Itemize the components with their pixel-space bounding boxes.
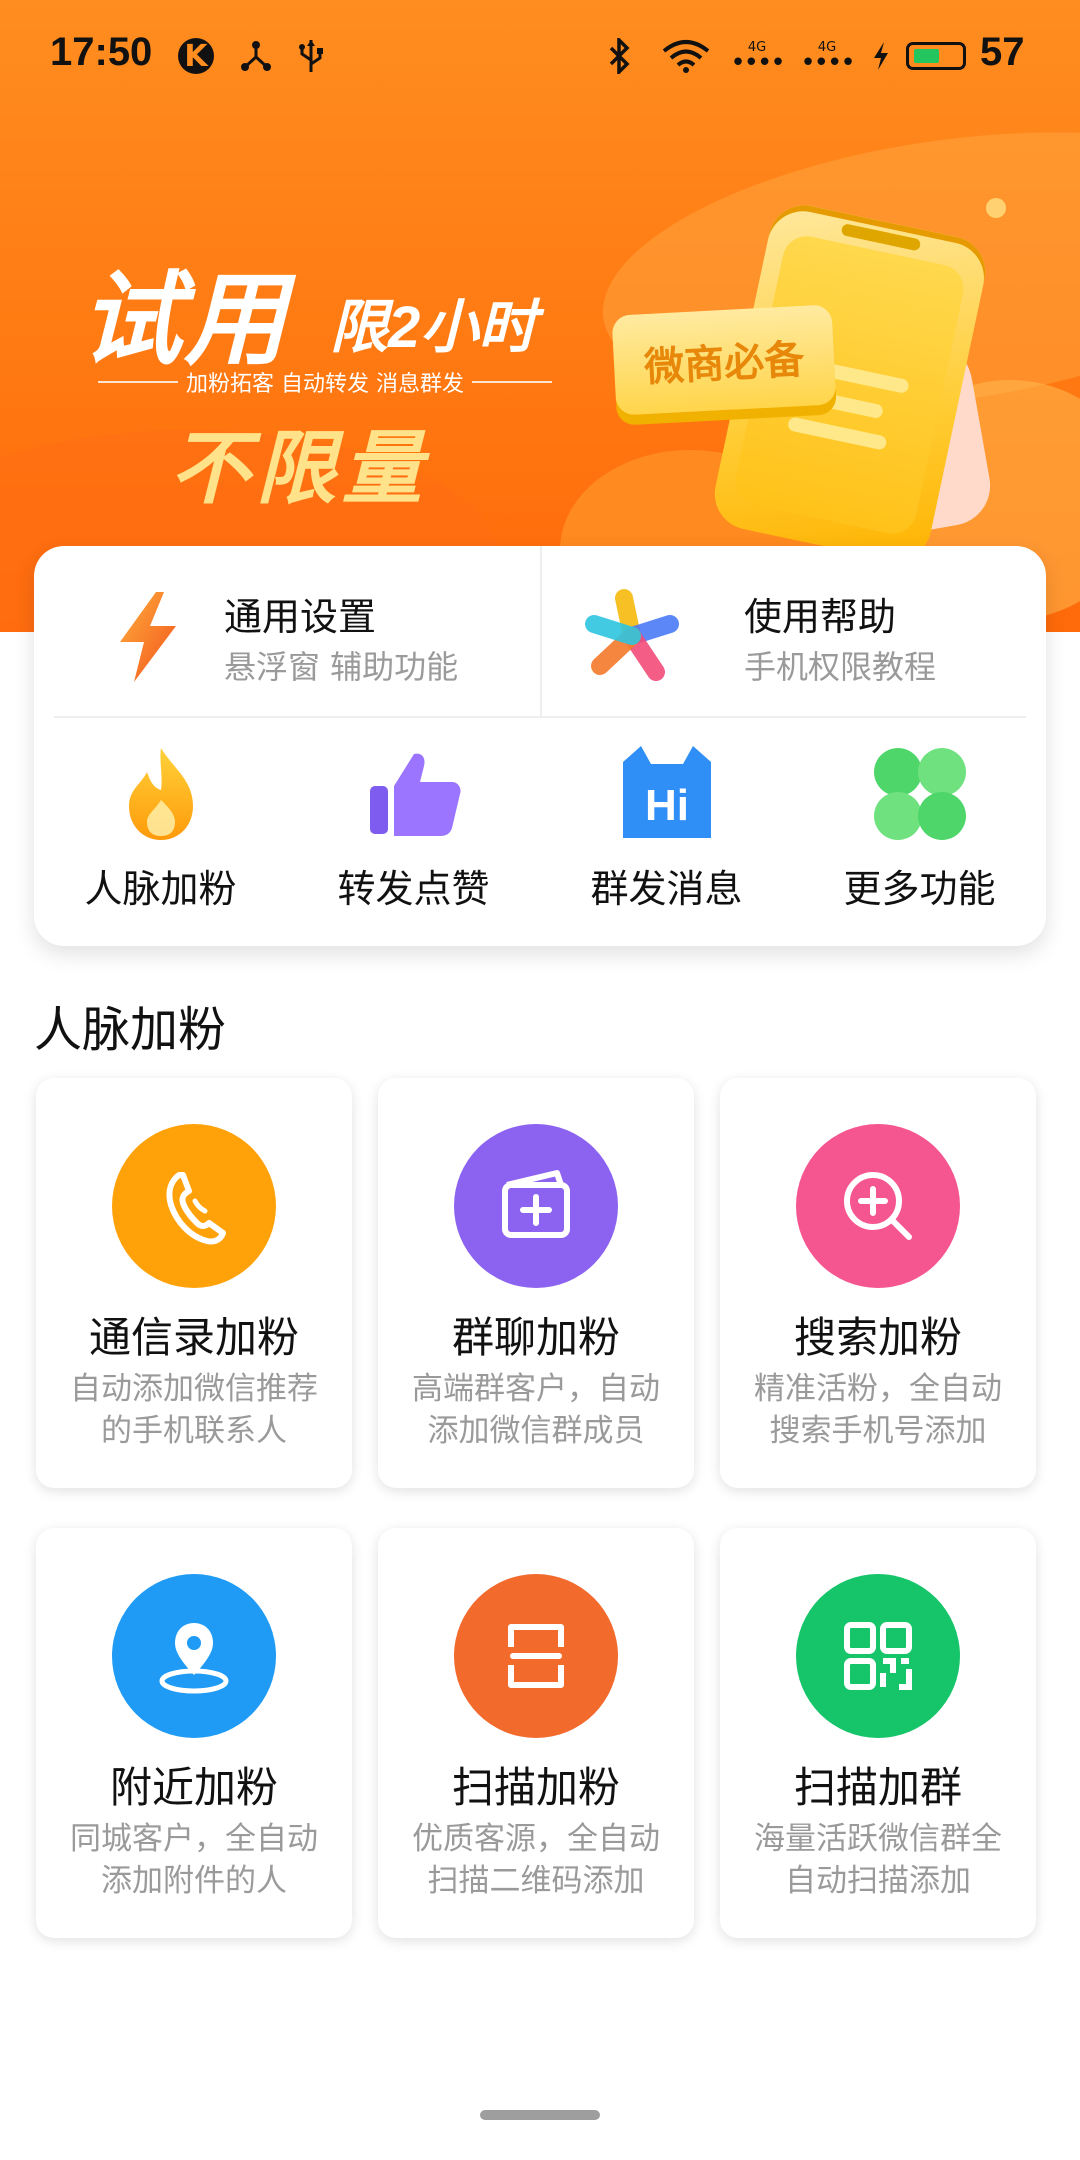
search-fans-card[interactable]: 搜索加粉 精准活粉，全自动 搜索手机号添加 bbox=[720, 1078, 1036, 1488]
k-app-icon: K bbox=[178, 38, 214, 74]
add-group-icon bbox=[454, 1124, 618, 1288]
card-description: 优质客源，全自动 扫描二维码添加 bbox=[398, 1818, 674, 1902]
status-bar: 17:50 K 4G •••• 4G •••• 57 bbox=[0, 0, 1080, 112]
quick-panel: 通用设置 悬浮窗 辅助功能 使用帮助 手机权限教程 人脉加粉 转发点赞 Hi 群… bbox=[34, 546, 1046, 946]
card-desc-line: 添加微信群成员 bbox=[427, 1413, 645, 1449]
phone-line bbox=[786, 416, 888, 451]
k-badge-text: K bbox=[184, 38, 208, 74]
feature-label: 转发点赞 bbox=[337, 867, 490, 911]
help-button[interactable]: 使用帮助 手机权限教程 bbox=[540, 546, 1045, 716]
colorful-star-icon bbox=[585, 589, 679, 681]
card-title: 扫描加粉 bbox=[451, 1763, 620, 1812]
banner-unlimited-text: 不限量 bbox=[170, 424, 428, 513]
card-desc-line: 精准活粉，全自动 bbox=[754, 1371, 1002, 1407]
group-chat-fans-card[interactable]: 群聊加粉 高端群客户，自动 添加微信群成员 bbox=[378, 1078, 694, 1488]
banner-chip-text: 微商必备 bbox=[643, 336, 806, 392]
status-time: 17:50 bbox=[50, 30, 153, 74]
scan-frame-icon bbox=[454, 1574, 618, 1738]
svg-text:Hi: Hi bbox=[645, 781, 689, 830]
wifi-icon bbox=[660, 38, 712, 74]
section-title: 人脉加粉 bbox=[34, 1002, 227, 1058]
card-title: 群聊加粉 bbox=[451, 1313, 620, 1362]
help-title: 使用帮助 bbox=[744, 595, 897, 639]
flame-icon bbox=[128, 748, 193, 840]
card-desc-line: 同城客户，全自动 bbox=[70, 1821, 318, 1857]
card-title: 搜索加粉 bbox=[793, 1313, 962, 1362]
thumbs-up-icon bbox=[369, 753, 461, 836]
scan-groups-card[interactable]: 扫描加群 海量活跃微信群全 自动扫描添加 bbox=[720, 1528, 1036, 1938]
feature-label: 群发消息 bbox=[590, 867, 743, 911]
card-description: 高端群客户，自动 添加微信群成员 bbox=[398, 1368, 674, 1452]
card-desc-line: 海量活跃微信群全 bbox=[754, 1821, 1002, 1857]
qr-code-icon bbox=[796, 1574, 960, 1738]
feature-forward-like[interactable]: 转发点赞 bbox=[287, 744, 540, 914]
card-title: 附近加粉 bbox=[109, 1763, 278, 1812]
card-description: 自动添加微信推荐 的手机联系人 bbox=[56, 1368, 332, 1452]
contacts-fans-card[interactable]: 通信录加粉 自动添加微信推荐 的手机联系人 bbox=[36, 1078, 352, 1488]
banner-chip: 微商必备 bbox=[611, 304, 837, 416]
card-title: 扫描加群 bbox=[793, 1763, 962, 1812]
lightning-icon bbox=[120, 592, 176, 682]
search-plus-icon bbox=[796, 1124, 960, 1288]
battery-fill bbox=[914, 49, 939, 63]
signal-icon: 4G •••• bbox=[730, 39, 785, 78]
card-description: 精准活粉，全自动 搜索手机号添加 bbox=[740, 1368, 1016, 1452]
card-desc-line: 添加附件的人 bbox=[101, 1863, 287, 1899]
banner-tagline: 加粉拓客 自动转发 消息群发 bbox=[90, 364, 560, 400]
battery-icon bbox=[906, 42, 966, 70]
scan-fans-card[interactable]: 扫描加粉 优质客源，全自动 扫描二维码添加 bbox=[378, 1528, 694, 1938]
feature-label: 更多功能 bbox=[843, 867, 996, 911]
card-desc-line: 搜索手机号添加 bbox=[769, 1413, 987, 1449]
banner-tagline-text: 加粉拓客 自动转发 消息群发 bbox=[186, 372, 464, 397]
help-subtitle: 手机权限教程 bbox=[744, 648, 937, 686]
feature-more[interactable]: 更多功能 bbox=[793, 744, 1046, 914]
card-title: 通信录加粉 bbox=[88, 1313, 299, 1362]
feature-mass-message[interactable]: Hi 群发消息 bbox=[540, 744, 793, 914]
feature-contacts-fans[interactable]: 人脉加粉 bbox=[34, 744, 287, 914]
general-settings-title: 通用设置 bbox=[224, 595, 377, 639]
phone-handset-icon bbox=[112, 1124, 276, 1288]
charging-icon bbox=[866, 38, 896, 74]
banner-headline: 试用 bbox=[80, 263, 288, 377]
clover-icon bbox=[873, 748, 966, 840]
card-desc-line: 的手机联系人 bbox=[101, 1413, 287, 1449]
general-settings-subtitle: 悬浮窗 辅助功能 bbox=[224, 648, 459, 686]
battery-percent: 57 bbox=[980, 30, 1025, 74]
bluetooth-icon bbox=[604, 38, 634, 74]
card-desc-line: 自动添加微信推荐 bbox=[70, 1371, 318, 1407]
location-pin-icon bbox=[112, 1574, 276, 1738]
usb-icon bbox=[296, 38, 326, 74]
signal-icon: 4G •••• bbox=[800, 39, 855, 78]
card-desc-line: 优质客源，全自动 bbox=[412, 1821, 660, 1857]
card-description: 海量活跃微信群全 自动扫描添加 bbox=[740, 1818, 1016, 1902]
card-desc-line: 自动扫描添加 bbox=[785, 1863, 971, 1899]
feature-label: 人脉加粉 bbox=[84, 867, 237, 911]
card-desc-line: 扫描二维码添加 bbox=[427, 1863, 645, 1899]
share-node-icon bbox=[236, 38, 276, 74]
card-desc-line: 高端群客户，自动 bbox=[412, 1371, 660, 1407]
banner-limit-text: 限2小时 bbox=[330, 295, 537, 360]
home-indicator[interactable] bbox=[480, 2110, 600, 2120]
divider bbox=[54, 716, 1026, 718]
general-settings-button[interactable]: 通用设置 悬浮窗 辅助功能 bbox=[34, 546, 539, 716]
nearby-fans-card[interactable]: 附近加粉 同城客户，全自动 添加附件的人 bbox=[36, 1528, 352, 1938]
card-description: 同城客户，全自动 添加附件的人 bbox=[56, 1818, 332, 1902]
hi-cat-icon: Hi bbox=[622, 746, 711, 838]
banner-dot bbox=[986, 198, 1006, 218]
